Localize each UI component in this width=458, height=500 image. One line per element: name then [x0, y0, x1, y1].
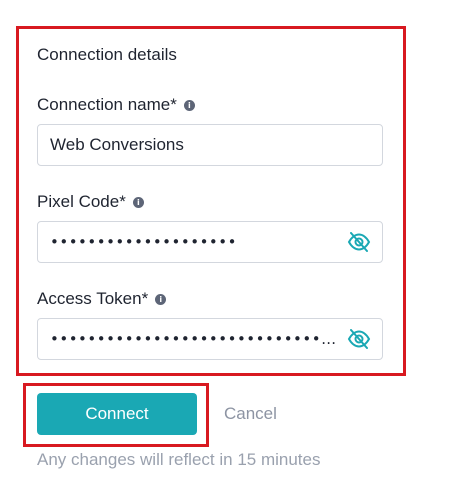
info-icon[interactable]: i	[155, 293, 167, 305]
pixel-code-label-row: Pixel Code* i	[37, 191, 144, 213]
connection-name-label: Connection name*	[37, 95, 177, 114]
section-title: Connection details	[37, 45, 177, 64]
access-token-masked-value: ••••••••••••••••••••••••••••••...	[50, 330, 342, 348]
access-token-label-row: Access Token* i	[37, 288, 167, 310]
pixel-code-masked-value: ••••••••••••••••••••	[50, 233, 237, 251]
eye-slash-icon[interactable]	[346, 231, 372, 253]
pixel-code-label: Pixel Code*	[37, 192, 126, 211]
connect-button[interactable]: Connect	[37, 393, 197, 435]
cancel-button[interactable]: Cancel	[224, 403, 277, 425]
connection-name-value: Web Conversions	[50, 135, 184, 154]
access-token-label: Access Token*	[37, 289, 149, 308]
info-icon[interactable]: i	[183, 99, 195, 111]
info-icon[interactable]: i	[132, 196, 144, 208]
connection-name-input[interactable]: Web Conversions	[37, 124, 383, 166]
connection-form-panel: Connection details Connection name* i We…	[0, 0, 458, 500]
changes-footnote: Any changes will reflect in 15 minutes	[37, 450, 321, 469]
connection-name-label-row: Connection name* i	[37, 94, 195, 116]
pixel-code-input[interactable]: ••••••••••••••••••••	[37, 221, 383, 263]
eye-slash-icon[interactable]	[346, 328, 372, 350]
access-token-input[interactable]: ••••••••••••••••••••••••••••••...	[37, 318, 383, 360]
